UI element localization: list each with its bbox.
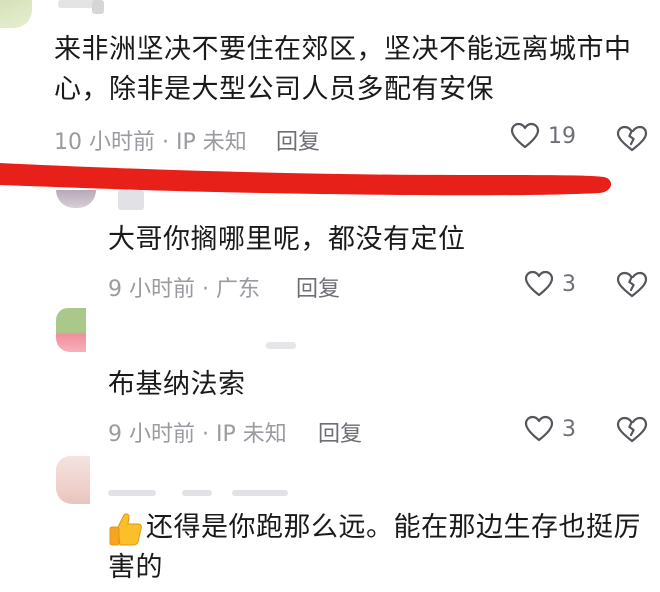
comment-meta: 9 小时前 · IP 未知	[108, 422, 287, 447]
avatar[interactable]	[56, 456, 90, 504]
broken-heart-icon[interactable]	[616, 125, 648, 153]
comment-text: 还得是你跑那么远。能在那边生存也挺厉 害的	[108, 508, 656, 588]
username-blurred	[182, 490, 212, 496]
username-blurred	[232, 490, 288, 496]
avatar[interactable]	[0, 0, 32, 28]
reply-button[interactable]: 回复	[318, 416, 362, 448]
reply-button[interactable]: 回复	[296, 271, 340, 303]
heart-outline-icon	[524, 270, 554, 297]
like-button[interactable]: 3	[524, 415, 576, 443]
username-blurred[interactable]	[118, 190, 144, 210]
comment-meta: 9 小时前 · 广东	[108, 277, 260, 302]
comment-text-line: 大哥你搁哪里呢，都没有定位	[108, 224, 466, 255]
comment-text-line: 害的	[108, 552, 163, 583]
comment-text: 来非洲坚决不要住在郊区，坚决不能远离城市中 心，除非是大型公司人员多配有安保	[54, 30, 654, 110]
red-annotation-stroke	[0, 163, 612, 196]
username-blurred	[92, 0, 104, 14]
like-count: 3	[562, 271, 576, 297]
like-button[interactable]: 19	[510, 122, 576, 150]
heart-outline-icon	[524, 415, 554, 442]
heart-outline-icon	[510, 122, 540, 149]
comment-text-line: 来非洲坚决不要住在郊区，坚决不能远离城市中	[54, 34, 632, 65]
avatar[interactable]	[56, 308, 86, 352]
comment-meta: 10 小时前 · IP 未知	[54, 130, 247, 155]
comment-text-line: 布基纳法索	[108, 369, 246, 400]
comment-text-line: 还得是你跑那么远。能在那边生存也挺厉	[146, 512, 641, 543]
broken-heart-icon[interactable]	[616, 271, 648, 299]
broken-heart-icon[interactable]	[616, 416, 648, 444]
username-blurred[interactable]	[266, 342, 296, 349]
comment-text: 大哥你搁哪里呢，都没有定位	[108, 220, 648, 260]
like-count: 3	[562, 416, 576, 442]
thumbs-up-emoji-icon	[109, 512, 142, 545]
like-button[interactable]: 3	[524, 270, 576, 298]
reply-button[interactable]: 回复	[276, 124, 320, 156]
comment-text: 布基纳法索	[108, 365, 648, 405]
comment-text-line: 心，除非是大型公司人员多配有安保	[54, 74, 494, 105]
username-blurred[interactable]	[108, 490, 156, 496]
like-count: 19	[548, 123, 576, 149]
